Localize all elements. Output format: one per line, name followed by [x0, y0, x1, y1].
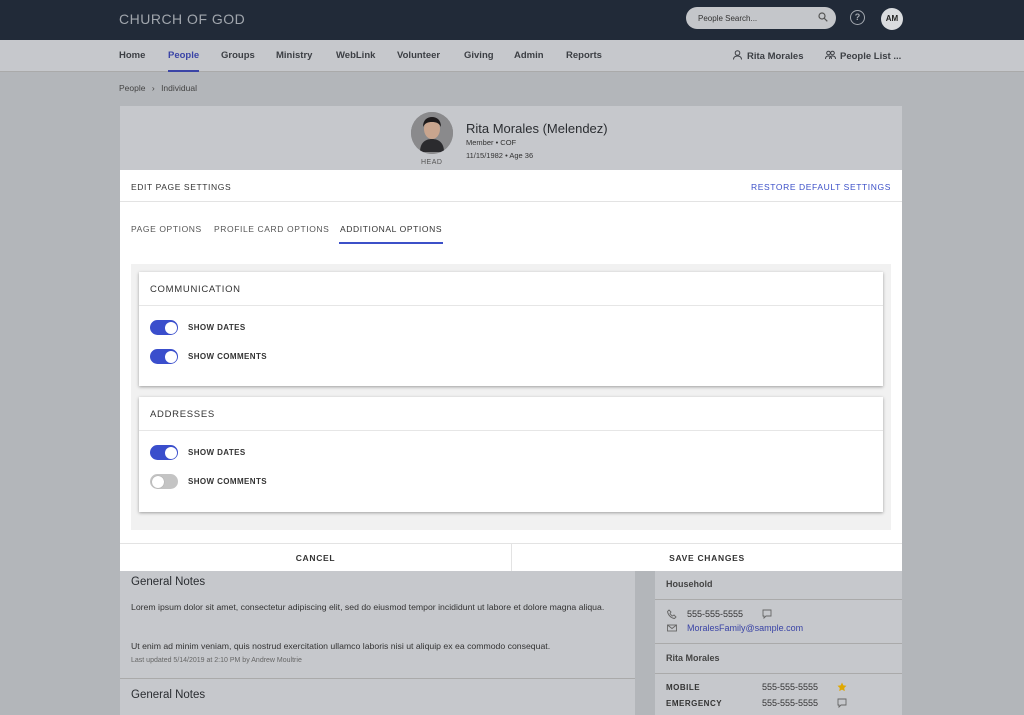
member-name: Rita Morales	[666, 653, 720, 663]
toggle-label: SHOW DATES	[188, 323, 246, 332]
nav-reports[interactable]: Reports	[566, 50, 602, 61]
nav-current-person-label: Rita Morales	[747, 51, 804, 62]
person-birthdate: 11/15/1982 • Age 36	[466, 151, 534, 160]
toggle-knob	[151, 475, 164, 488]
household-phone[interactable]: 555-555-5555	[687, 609, 743, 619]
breadcrumb-people[interactable]: People	[119, 83, 145, 93]
nav-groups[interactable]: Groups	[221, 50, 255, 61]
active-nav-indicator	[168, 70, 199, 72]
notes-updated: Last updated 5/14/2019 at 2:10 PM by And…	[131, 657, 302, 664]
toggle-label: SHOW DATES	[188, 448, 246, 457]
communication-section: COMMUNICATION SHOW DATES SHOW COMMENTS	[139, 272, 883, 386]
tab-profile-card-options[interactable]: PROFILE CARD OPTIONS	[214, 224, 329, 234]
notes-paragraph: Lorem ipsum dolor sit amet, consectetur …	[131, 602, 605, 612]
addresses-show-dates-toggle[interactable]	[150, 445, 178, 460]
nav-people-list[interactable]: People List ...	[825, 50, 901, 62]
nav-people[interactable]: People	[168, 50, 199, 61]
section-divider	[139, 430, 883, 431]
nav-ministry[interactable]: Ministry	[276, 50, 312, 61]
section-title: COMMUNICATION	[150, 284, 241, 295]
options-panel: COMMUNICATION SHOW DATES SHOW COMMENTS A…	[131, 264, 891, 530]
search-placeholder: People Search...	[698, 14, 758, 23]
search-icon[interactable]	[818, 12, 828, 22]
help-icon[interactable]: ?	[850, 10, 865, 25]
breadcrumb: People › Individual	[119, 83, 197, 93]
person-role: Member • COF	[466, 138, 517, 147]
tab-page-options[interactable]: PAGE OPTIONS	[131, 224, 202, 234]
household-divider	[655, 599, 902, 600]
profile-photo[interactable]	[411, 112, 453, 154]
modal-title: EDIT PAGE SETTINGS	[131, 182, 232, 192]
notes-paragraph: Ut enim ad minim veniam, quis nostrud ex…	[131, 641, 551, 651]
cancel-button[interactable]: CANCEL	[120, 544, 511, 572]
person-name: Rita Morales (Melendez)	[466, 121, 608, 136]
phone-icon	[667, 609, 677, 619]
group-icon	[825, 50, 836, 60]
profile-photo-image	[411, 112, 453, 154]
nav-people-list-label: People List ...	[840, 51, 902, 62]
breadcrumb-individual: Individual	[161, 83, 197, 93]
mobile-number[interactable]: 555-555-5555	[762, 682, 818, 692]
nav-home[interactable]: Home	[119, 50, 145, 61]
tab-additional-options[interactable]: ADDITIONAL OPTIONS	[340, 224, 442, 234]
toggle-label: SHOW COMMENTS	[188, 477, 267, 486]
notes-title: General Notes	[131, 689, 206, 701]
user-avatar[interactable]: AM	[881, 8, 903, 30]
notes-divider	[120, 678, 635, 679]
person-icon	[733, 50, 742, 60]
email-icon	[667, 624, 677, 632]
star-icon[interactable]	[837, 682, 847, 692]
household-divider	[655, 673, 902, 674]
edit-page-settings-modal: EDIT PAGE SETTINGS RESTORE DEFAULT SETTI…	[120, 170, 902, 572]
top-bar: CHURCH OF GOD People Search... ? AM	[0, 0, 1024, 40]
toggle-knob	[164, 321, 177, 334]
household-email-link[interactable]: MoralesFamily@sample.com	[687, 623, 803, 633]
nav-weblink[interactable]: WebLink	[336, 50, 375, 61]
breadcrumb-chevron-icon: ›	[151, 83, 155, 93]
comment-icon[interactable]	[762, 609, 772, 619]
household-divider	[655, 643, 902, 644]
nav-admin[interactable]: Admin	[514, 50, 544, 61]
communication-show-comments-toggle[interactable]	[150, 349, 178, 364]
addresses-show-comments-toggle[interactable]	[150, 474, 178, 489]
household-title: Household	[666, 579, 713, 589]
addresses-section: ADDRESSES SHOW DATES SHOW COMMENTS	[139, 397, 883, 512]
toggle-label: SHOW COMMENTS	[188, 352, 267, 361]
nav-volunteer[interactable]: Volunteer	[397, 50, 440, 61]
restore-default-settings-button[interactable]: RESTORE DEFAULT SETTINGS	[751, 182, 891, 192]
nav-giving[interactable]: Giving	[464, 50, 494, 61]
active-tab-indicator	[339, 242, 443, 244]
save-changes-button[interactable]: SAVE CHANGES	[512, 544, 902, 572]
head-label: HEAD	[421, 159, 443, 166]
main-nav: Home People Groups Ministry WebLink Volu…	[0, 40, 1024, 72]
emergency-number[interactable]: 555-555-5555	[762, 698, 818, 708]
mobile-label: MOBILE	[666, 683, 701, 692]
nav-current-person[interactable]: Rita Morales	[732, 50, 804, 62]
emergency-label: EMERGENCY	[666, 699, 723, 708]
comment-icon[interactable]	[837, 698, 847, 708]
notes-title: General Notes	[131, 576, 206, 588]
brand-title[interactable]: CHURCH OF GOD	[119, 11, 245, 27]
section-divider	[139, 305, 883, 306]
communication-show-dates-toggle[interactable]	[150, 320, 178, 335]
section-title: ADDRESSES	[150, 409, 215, 420]
modal-footer: CANCEL SAVE CHANGES	[120, 543, 902, 572]
toggle-knob	[164, 446, 177, 459]
toggle-knob	[164, 350, 177, 363]
people-search-input[interactable]: People Search...	[686, 7, 836, 29]
modal-header: EDIT PAGE SETTINGS RESTORE DEFAULT SETTI…	[120, 170, 902, 202]
